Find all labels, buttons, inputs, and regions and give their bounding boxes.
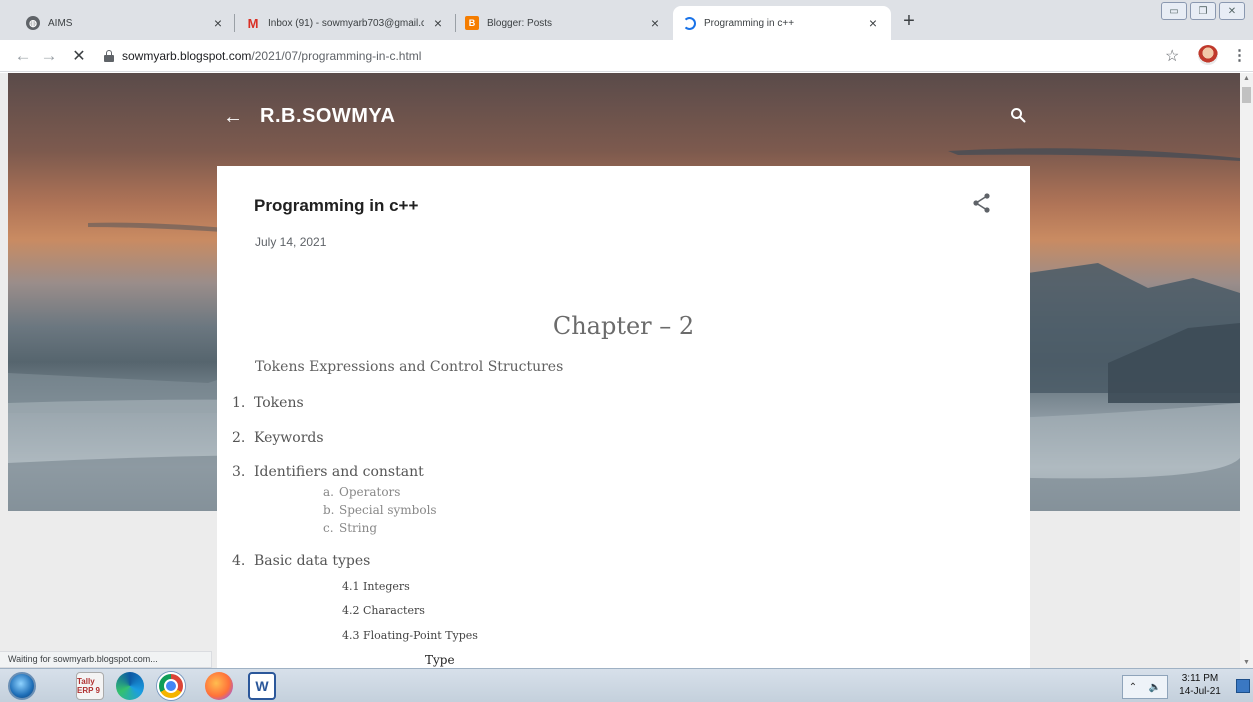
- list-item: 3. Identifiers and constant: [232, 464, 424, 480]
- status-bubble: Waiting for sowmyarb.blogspot.com...: [0, 651, 212, 668]
- gmail-icon: M: [247, 15, 259, 31]
- tab-title: Programming in c++: [704, 17, 795, 29]
- tab-gmail[interactable]: M Inbox (91) - sowmyarb703@gmail.cc ×: [236, 6, 456, 40]
- list-number: b.: [323, 503, 335, 517]
- start-button[interactable]: [8, 672, 36, 700]
- list-item: 4. Basic data types: [232, 553, 370, 569]
- sublist-item: a. Operators: [323, 485, 400, 499]
- list-label: Basic data types: [254, 553, 371, 569]
- show-desktop-button[interactable]: [1236, 679, 1250, 693]
- back-arrow-icon[interactable]: ←: [223, 106, 243, 129]
- sublist-item: c. String: [323, 521, 377, 535]
- list-number: 3.: [232, 464, 246, 480]
- post-date: July 14, 2021: [255, 235, 327, 249]
- new-tab-button[interactable]: +: [898, 10, 920, 33]
- blogger-icon: B: [465, 16, 479, 30]
- tab-separator: [234, 14, 235, 32]
- share-icon[interactable]: [971, 192, 993, 214]
- datatype-item: 4.3 Floating-Point Types: [342, 629, 478, 642]
- tally-erp-icon[interactable]: Tally ERP 9: [76, 672, 104, 700]
- window-close-button[interactable]: ✕: [1219, 2, 1245, 20]
- profile-avatar[interactable]: [1198, 45, 1218, 65]
- lock-icon[interactable]: [104, 49, 114, 62]
- close-icon[interactable]: ×: [865, 15, 881, 31]
- list-item: 2. Keywords: [232, 430, 324, 446]
- datatype-item: 4.2 Characters: [342, 604, 425, 617]
- post-card: Programming in c++ July 14, 2021 Chapter…: [217, 166, 1030, 668]
- taskbar-clock[interactable]: 3:11 PM 14-Jul-21: [1178, 672, 1222, 698]
- scroll-thumb[interactable]: [1242, 87, 1251, 103]
- list-number: c.: [323, 521, 334, 535]
- chrome-icon[interactable]: [157, 672, 185, 700]
- list-label: Identifiers and constant: [254, 464, 424, 480]
- tab-blogger[interactable]: B Blogger: Posts ×: [455, 6, 673, 40]
- tab-title: AIMS: [48, 17, 73, 29]
- list-number: a.: [323, 485, 334, 499]
- edge-icon[interactable]: [116, 672, 144, 700]
- system-tray[interactable]: ⌃ 🔈: [1122, 675, 1168, 699]
- windows-taskbar: Tally ERP 9 W ⌃ 🔈 3:11 PM 14-Jul-21: [0, 668, 1253, 702]
- list-label: Keywords: [254, 430, 324, 446]
- close-icon[interactable]: ×: [430, 15, 446, 31]
- blog-title[interactable]: R.B.SOWMYA: [260, 105, 395, 128]
- datatype-item: 4.1 Integers: [342, 580, 410, 593]
- list-label: Operators: [339, 485, 401, 499]
- menu-kebab-icon[interactable]: ⋮: [1232, 46, 1247, 64]
- close-icon[interactable]: ×: [210, 15, 226, 31]
- page-viewport: ← R.B.SOWMYA Programming in c++ July 14,…: [0, 73, 1240, 668]
- tab-title: Blogger: Posts: [487, 17, 553, 29]
- volume-icon[interactable]: 🔈: [1149, 682, 1161, 693]
- url-path: /2021/07/programming-in-c.html: [251, 48, 422, 63]
- close-icon[interactable]: ×: [647, 15, 663, 31]
- list-item: 1. Tokens: [232, 395, 304, 411]
- list-label: String: [339, 521, 378, 535]
- loading-spinner-icon: [683, 16, 696, 30]
- tab-programming[interactable]: Programming in c++ ×: [673, 6, 891, 40]
- sublist-item: b. Special symbols: [323, 503, 437, 517]
- chapter-heading: Chapter – 2: [552, 312, 695, 340]
- browser-toolbar: ← → ✕ sowmyarb.blogspot.com/2021/07/prog…: [0, 40, 1253, 72]
- globe-icon: ◍: [26, 16, 40, 30]
- minimize-button[interactable]: ▭: [1161, 2, 1187, 20]
- url-text: sowmyarb.blogspot.com/2021/07/programmin…: [122, 49, 421, 63]
- post-title: Programming in c++: [254, 196, 419, 215]
- list-number: 2.: [232, 430, 246, 446]
- list-label: Tokens: [254, 395, 304, 411]
- list-number: 1.: [232, 395, 246, 411]
- clock-date: 14-Jul-21: [1179, 686, 1221, 697]
- window-controls: ▭ ❐ ✕: [1161, 2, 1245, 20]
- tray-expand-icon[interactable]: ⌃: [1129, 682, 1137, 693]
- chapter-subtitle: Tokens Expressions and Control Structure…: [255, 359, 564, 375]
- clock-time: 3:11 PM: [1181, 673, 1219, 684]
- list-number: 4.: [232, 553, 246, 569]
- list-label: Special symbols: [339, 503, 437, 517]
- forward-button[interactable]: →: [36, 46, 62, 66]
- tab-title: Inbox (91) - sowmyarb703@gmail.cc: [268, 17, 424, 29]
- address-bar[interactable]: sowmyarb.blogspot.com/2021/07/programmin…: [104, 43, 1194, 69]
- word-icon[interactable]: W: [248, 672, 276, 700]
- vertical-scrollbar[interactable]: ▲ ▼: [1240, 73, 1253, 668]
- tab-strip: ◍ AIMS × M Inbox (91) - sowmyarb703@gmai…: [0, 0, 1253, 40]
- datatype-item-partial: Type: [425, 653, 455, 667]
- stop-loading-button[interactable]: ✕: [66, 46, 92, 66]
- firefox-icon[interactable]: [205, 672, 233, 700]
- search-icon[interactable]: [1010, 107, 1026, 123]
- restore-button[interactable]: ❐: [1190, 2, 1216, 20]
- tab-aims[interactable]: ◍ AIMS ×: [16, 6, 236, 40]
- scroll-up-arrow-icon[interactable]: ▲: [1243, 75, 1250, 82]
- back-button[interactable]: ←: [10, 46, 36, 66]
- scroll-down-arrow-icon[interactable]: ▼: [1243, 659, 1250, 666]
- bookmark-star-icon[interactable]: ☆: [1165, 46, 1179, 66]
- url-host: sowmyarb.blogspot.com: [122, 48, 252, 63]
